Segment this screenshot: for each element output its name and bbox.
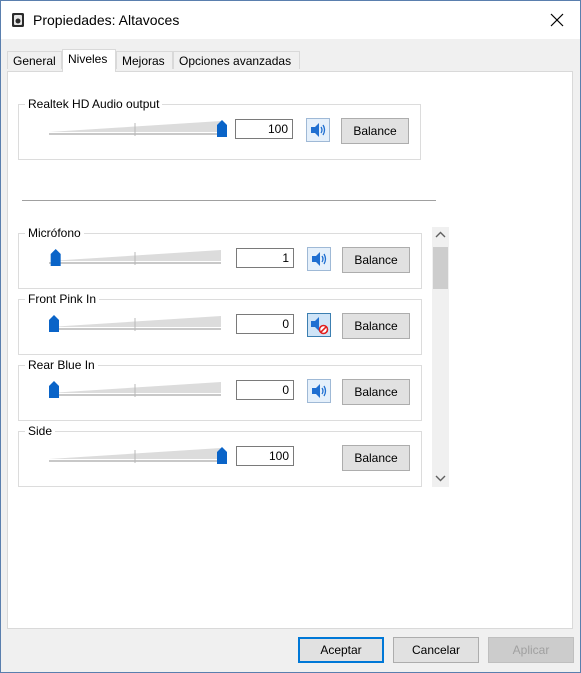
ok-button[interactable]: Aceptar [298, 637, 384, 663]
levels-panel: Realtek HD Audio output 100 Balance Micr… [7, 71, 573, 629]
slider-thumb [49, 381, 59, 398]
output-volume-value[interactable]: 100 [235, 119, 293, 139]
side-balance-button[interactable]: Balance [342, 445, 410, 471]
front-pink-volume-slider[interactable] [45, 312, 227, 334]
input-list-scrollbar[interactable] [432, 227, 449, 487]
side-label: Side [25, 424, 56, 438]
slider-thumb [49, 315, 59, 332]
mic-volume-slider[interactable] [45, 246, 227, 268]
speaker-icon [312, 384, 327, 398]
mic-group: Micrófono 1 Balance [18, 226, 422, 289]
output-volume-slider[interactable] [45, 117, 227, 139]
side-group: Side 100 Balance [18, 424, 422, 487]
close-icon[interactable] [548, 11, 566, 29]
front-pink-group: Front Pink In 0 Balance [18, 292, 422, 355]
front-pink-volume-value[interactable]: 0 [236, 314, 294, 334]
mic-speaker-button[interactable] [307, 247, 331, 271]
tab-opciones-avanzadas[interactable]: Opciones avanzadas [173, 51, 300, 69]
slider-thumb [50, 249, 61, 266]
tab-mejoras[interactable]: Mejoras [116, 51, 173, 69]
properties-window: Propiedades: Altavoces General Niveles M… [0, 0, 581, 673]
rear-blue-label: Rear Blue In [25, 358, 98, 372]
tab-niveles[interactable]: Niveles [62, 49, 116, 72]
output-speaker-button[interactable] [306, 118, 330, 142]
rear-blue-volume-slider[interactable] [45, 378, 227, 400]
speaker-icon [312, 252, 327, 266]
scrollbar-thumb[interactable] [433, 247, 448, 289]
apply-button[interactable]: Aplicar [488, 637, 574, 663]
output-balance-button[interactable]: Balance [341, 118, 409, 144]
output-group: Realtek HD Audio output 100 Balance [18, 97, 421, 160]
window-title: Propiedades: Altavoces [33, 12, 180, 28]
scroll-up-icon[interactable] [435, 231, 446, 239]
mic-label: Micrófono [25, 226, 84, 240]
separator [22, 200, 436, 201]
front-pink-balance-button[interactable]: Balance [342, 313, 410, 339]
tab-general[interactable]: General [7, 51, 62, 69]
speaker-muted-icon [311, 317, 329, 335]
speaker-device-icon [12, 13, 24, 27]
output-label: Realtek HD Audio output [25, 97, 163, 111]
front-pink-label: Front Pink In [25, 292, 100, 306]
rear-blue-group: Rear Blue In 0 Balance [18, 358, 422, 421]
side-volume-slider[interactable] [45, 444, 227, 466]
mic-balance-button[interactable]: Balance [342, 247, 410, 273]
side-volume-value[interactable]: 100 [236, 446, 294, 466]
mic-volume-value[interactable]: 1 [236, 248, 294, 268]
rear-blue-speaker-button[interactable] [307, 379, 331, 403]
cancel-button[interactable]: Cancelar [393, 637, 479, 663]
title-bar: Propiedades: Altavoces [1, 1, 580, 39]
front-pink-mute-button[interactable] [307, 313, 331, 337]
rear-blue-volume-value[interactable]: 0 [236, 380, 294, 400]
rear-blue-balance-button[interactable]: Balance [342, 379, 410, 405]
speaker-icon [311, 123, 326, 137]
scroll-down-icon[interactable] [435, 474, 446, 482]
